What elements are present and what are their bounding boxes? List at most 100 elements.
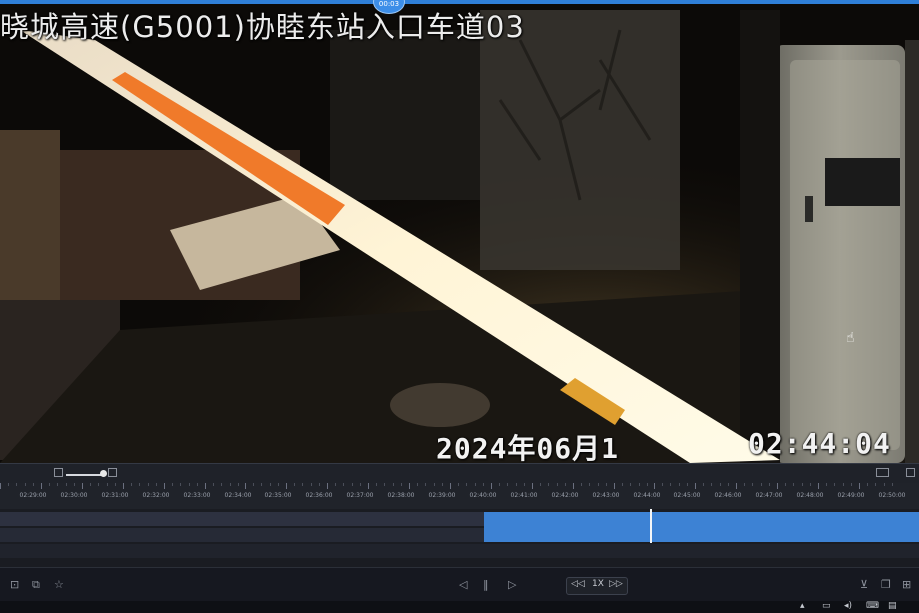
ruler-tick (205, 483, 206, 489)
ruler-tick (859, 483, 860, 489)
zoom-out-icon[interactable] (54, 468, 63, 477)
ruler-minor-tick (565, 483, 566, 486)
volume-icon[interactable]: ◂) (844, 601, 852, 611)
ruler-minor-tick (720, 483, 721, 486)
ruler-minor-tick (107, 483, 108, 486)
ruler-minor-tick (752, 483, 753, 486)
ruler-minor-tick (66, 483, 67, 486)
ruler-label: 02:47:00 (755, 492, 783, 499)
ruler-minor-tick (384, 483, 385, 486)
ruler-minor-tick (630, 483, 631, 486)
ruler-minor-tick (213, 483, 214, 486)
network-icon[interactable]: ▭ (822, 601, 831, 611)
tray-icon[interactable]: ▴ (800, 601, 805, 611)
ruler-minor-tick (33, 483, 34, 486)
ruler-minor-tick (57, 483, 58, 486)
track-row[interactable] (0, 544, 919, 558)
pause-icon[interactable]: ‖ (483, 578, 489, 591)
zoom-slider-track[interactable] (66, 474, 104, 476)
ruler-minor-tick (376, 483, 377, 486)
ruler-tick (245, 483, 246, 489)
ruler-minor-tick (639, 483, 640, 486)
ruler-minor-tick (507, 483, 508, 486)
fullscreen-icon[interactable]: ⊞ (902, 578, 911, 591)
notification-icon[interactable]: ▤ (888, 601, 897, 611)
ruler-tick (327, 483, 328, 489)
ruler-minor-tick (25, 483, 26, 486)
playhead[interactable] (650, 509, 652, 543)
ruler-minor-tick (687, 483, 688, 486)
ruler-label: 02:31:00 (101, 492, 129, 499)
ruler-tick (818, 483, 819, 489)
ruler-tick (450, 483, 451, 489)
ruler-minor-tick (98, 483, 99, 486)
video-player[interactable]: 00:03 晓城高速(G5001)协睦东站入口车道03 2024年06月1 02… (0, 0, 919, 463)
ruler-minor-tick (139, 483, 140, 486)
ruler-tick (532, 483, 533, 489)
ruler-label: 02:49:00 (837, 492, 865, 499)
ruler-label: 02:42:00 (551, 492, 579, 499)
ruler-minor-tick (156, 483, 157, 486)
copy-icon[interactable]: ⧉ (32, 578, 40, 592)
ruler-minor-tick (253, 483, 254, 486)
zoom-slider-knob[interactable] (100, 470, 107, 477)
slow-down-icon[interactable]: ◁◁ (571, 579, 585, 589)
camera-title: 晓城高速(G5001)协睦东站入口车道03 (0, 10, 525, 44)
osd-date: 2024年06月1 (436, 432, 620, 463)
timeline-tracks[interactable] (0, 509, 919, 573)
ruler-minor-tick (417, 483, 418, 486)
download-icon[interactable]: ⊻ (860, 578, 868, 591)
ruler-minor-tick (851, 483, 852, 486)
settings-icon[interactable] (906, 468, 915, 477)
ruler-minor-tick (622, 483, 623, 486)
ruler-label: 02:40:00 (469, 492, 497, 499)
keyboard-icon[interactable]: ⌨ (866, 601, 879, 611)
ruler-minor-tick (302, 483, 303, 486)
play-icon[interactable]: ▷ (508, 578, 516, 591)
ruler-label: 02:33:00 (183, 492, 211, 499)
ruler-minor-tick (826, 483, 827, 486)
screenshot-icon[interactable] (876, 468, 889, 477)
ruler-label: 02:30:00 (60, 492, 88, 499)
ruler-minor-tick (516, 483, 517, 486)
ruler-minor-tick (466, 483, 467, 486)
timeline-ruler[interactable]: 02:29:00 02:30:00 02:31:00 02:32:00 02:33:00… (0, 483, 919, 509)
ruler-tick (409, 483, 410, 489)
ruler-minor-tick (230, 483, 231, 486)
ruler-minor-tick (785, 483, 786, 486)
ruler-minor-tick (335, 483, 336, 486)
timeline-toolbar (0, 463, 919, 484)
ruler-label: 02:29:00 (19, 492, 47, 499)
window-icon[interactable]: ❐ (881, 578, 891, 591)
ruler-tick (614, 483, 615, 489)
grid-icon[interactable]: ⊡ (10, 578, 19, 591)
ruler-minor-tick (524, 483, 525, 486)
ruler-tick (654, 483, 655, 489)
ruler-minor-tick (278, 483, 279, 486)
star-icon[interactable]: ☆ (54, 578, 64, 591)
ruler-minor-tick (703, 483, 704, 486)
ruler-minor-tick (311, 483, 312, 486)
ruler-minor-tick (475, 483, 476, 486)
prev-frame-icon[interactable]: ◁ (459, 578, 467, 591)
ruler-tick (164, 483, 165, 489)
ruler-minor-tick (393, 483, 394, 486)
recording-segment[interactable] (484, 512, 919, 542)
ruler-minor-tick (679, 483, 680, 486)
video-frame (0, 0, 919, 463)
ruler-minor-tick (581, 483, 582, 486)
speed-up-icon[interactable]: ▷▷ (609, 579, 623, 589)
ruler-minor-tick (270, 483, 271, 486)
ruler-minor-tick (458, 483, 459, 486)
ruler-tick (695, 483, 696, 489)
zoom-in-icon[interactable] (108, 468, 117, 477)
ruler-minor-tick (8, 483, 9, 486)
ruler-minor-tick (810, 483, 811, 486)
ruler-minor-tick (343, 483, 344, 486)
ruler-label: 02:50:00 (878, 492, 906, 499)
speed-control[interactable]: ◁◁ 1X ▷▷ (566, 577, 628, 595)
ruler-minor-tick (197, 483, 198, 486)
ruler-tick (368, 483, 369, 489)
ruler-minor-tick (875, 483, 876, 486)
ruler-label: 02:45:00 (673, 492, 701, 499)
